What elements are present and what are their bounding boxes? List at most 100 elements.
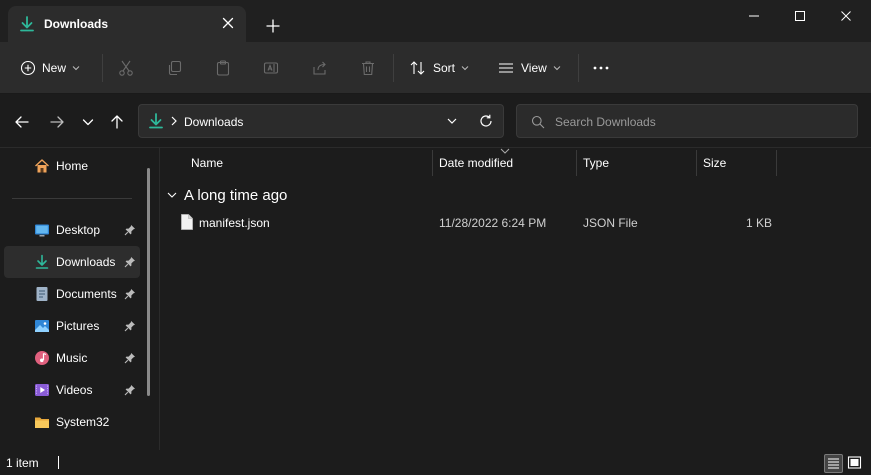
title-bar: Downloads bbox=[0, 0, 871, 42]
copy-button[interactable] bbox=[166, 54, 184, 82]
navigation-bar: Downloads bbox=[0, 94, 871, 148]
sidebar-item-home[interactable]: Home bbox=[4, 150, 140, 182]
close-window-button[interactable] bbox=[823, 0, 869, 32]
sidebar-divider bbox=[12, 198, 132, 199]
file-row[interactable]: manifest.json 11/28/2022 6:24 PM JSON Fi… bbox=[164, 210, 864, 234]
pin-icon[interactable] bbox=[124, 288, 136, 300]
pin-icon[interactable] bbox=[124, 320, 136, 332]
sidebar-item-label: Videos bbox=[56, 383, 93, 397]
sort-icon bbox=[410, 61, 425, 75]
sidebar-item-music[interactable]: Music bbox=[4, 342, 140, 374]
rename-button[interactable] bbox=[262, 54, 280, 82]
delete-button[interactable] bbox=[359, 54, 377, 82]
file-size: 1 KB bbox=[746, 216, 773, 230]
share-button[interactable] bbox=[311, 54, 329, 82]
plus-circle-icon bbox=[20, 60, 36, 76]
pin-icon[interactable] bbox=[124, 352, 136, 364]
chevron-down-icon bbox=[72, 66, 80, 71]
details-view-button[interactable] bbox=[824, 454, 843, 473]
column-resize-handle[interactable] bbox=[776, 150, 777, 176]
column-header-name[interactable]: Name bbox=[191, 156, 223, 178]
toolbar-divider bbox=[578, 54, 579, 82]
cut-button[interactable] bbox=[117, 54, 135, 82]
sidebar-item-label: Downloads bbox=[56, 255, 116, 269]
sidebar-item-label: Desktop bbox=[56, 223, 101, 237]
paste-button[interactable] bbox=[214, 54, 232, 82]
group-header[interactable]: A long time ago bbox=[166, 184, 287, 206]
command-bar: New Sort View bbox=[0, 42, 871, 94]
sidebar-item-label: Music bbox=[56, 351, 88, 365]
pin-icon[interactable] bbox=[124, 256, 136, 268]
refresh-icon[interactable] bbox=[478, 113, 494, 129]
tiles-view-icon bbox=[847, 456, 862, 469]
toolbar-divider bbox=[102, 54, 103, 82]
desktop-icon bbox=[35, 224, 49, 237]
sidebar-item-documents[interactable]: Documents bbox=[4, 278, 140, 310]
tab-title: Downloads bbox=[44, 17, 109, 31]
sidebar-item-videos[interactable]: Videos bbox=[4, 374, 140, 406]
tiles-view-button[interactable] bbox=[846, 454, 865, 473]
minimize-icon bbox=[749, 15, 759, 17]
column-resize-handle[interactable] bbox=[576, 150, 577, 176]
back-arrow-icon[interactable] bbox=[12, 112, 32, 132]
search-box[interactable] bbox=[516, 104, 858, 138]
column-header-size[interactable]: Size bbox=[703, 156, 726, 178]
recent-locations-chevron-icon[interactable] bbox=[78, 112, 98, 132]
sidebar-item-label: Documents bbox=[56, 287, 117, 301]
download-icon bbox=[35, 254, 49, 269]
home-icon bbox=[35, 159, 49, 173]
breadcrumb-downloads[interactable]: Downloads bbox=[184, 115, 243, 129]
more-options-icon bbox=[593, 66, 609, 70]
search-icon bbox=[531, 115, 545, 129]
sidebar-item-system32[interactable]: System32 bbox=[4, 406, 140, 438]
download-icon bbox=[20, 16, 34, 32]
sort-indicator-icon bbox=[500, 148, 510, 154]
close-icon bbox=[841, 11, 851, 21]
chevron-right-icon[interactable] bbox=[169, 115, 179, 127]
column-resize-handle[interactable] bbox=[696, 150, 697, 176]
see-more-button[interactable] bbox=[592, 54, 610, 82]
search-input[interactable] bbox=[555, 113, 845, 131]
minimize-button[interactable] bbox=[731, 0, 777, 32]
new-tab-icon[interactable] bbox=[262, 15, 284, 37]
new-button[interactable]: New bbox=[20, 54, 80, 82]
pin-icon[interactable] bbox=[124, 224, 136, 236]
forward-arrow-icon[interactable] bbox=[47, 112, 67, 132]
file-list: Name Date modified Type Size A long time… bbox=[160, 148, 871, 450]
file-icon bbox=[181, 214, 193, 230]
music-icon bbox=[35, 351, 49, 365]
videos-icon bbox=[35, 384, 49, 396]
address-bar[interactable]: Downloads bbox=[138, 104, 504, 138]
sort-button[interactable]: Sort bbox=[409, 54, 469, 82]
sidebar-item-label: Home bbox=[56, 159, 89, 173]
folder-icon bbox=[35, 417, 49, 428]
pin-icon[interactable] bbox=[124, 384, 136, 396]
maximize-icon bbox=[795, 11, 805, 21]
sidebar-item-pictures[interactable]: Pictures bbox=[4, 310, 140, 342]
sidebar-item-downloads[interactable]: Downloads bbox=[4, 246, 140, 278]
chevron-down-icon bbox=[167, 192, 177, 198]
sort-label: Sort bbox=[433, 61, 456, 75]
column-header-date-modified[interactable]: Date modified bbox=[439, 156, 513, 178]
column-header-type[interactable]: Type bbox=[583, 156, 609, 178]
download-icon bbox=[149, 113, 163, 129]
chevron-down-icon[interactable] bbox=[445, 114, 459, 128]
sidebar-scrollbar[interactable] bbox=[147, 168, 150, 396]
sidebar-item-label: System32 bbox=[56, 415, 110, 429]
status-separator bbox=[58, 456, 59, 469]
tab-downloads[interactable]: Downloads bbox=[8, 6, 246, 42]
trash-icon bbox=[362, 61, 374, 76]
sidebar-item-desktop[interactable]: Desktop bbox=[4, 214, 140, 246]
file-date: 11/28/2022 6:24 PM bbox=[439, 216, 547, 230]
details-view-icon bbox=[828, 458, 839, 469]
chevron-down-icon bbox=[461, 66, 469, 71]
paste-icon bbox=[216, 60, 230, 76]
maximize-button[interactable] bbox=[777, 0, 823, 32]
share-icon bbox=[313, 61, 326, 75]
copy-icon bbox=[168, 60, 182, 76]
up-arrow-icon[interactable] bbox=[107, 112, 127, 132]
chevron-down-icon bbox=[553, 66, 561, 71]
column-resize-handle[interactable] bbox=[432, 150, 433, 176]
view-button[interactable]: View bbox=[497, 54, 561, 82]
close-tab-icon[interactable] bbox=[219, 14, 237, 32]
